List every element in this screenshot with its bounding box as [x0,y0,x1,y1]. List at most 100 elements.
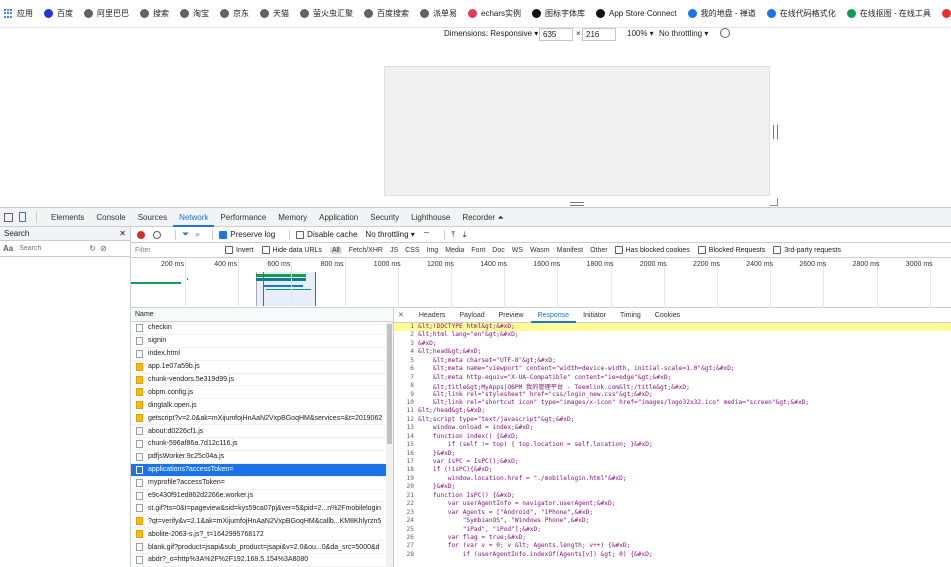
tab-sources[interactable]: Sources [132,208,173,227]
checkbox-icon[interactable] [697,246,706,254]
third-party-checkbox[interactable]: 3rd-party requests [773,246,841,254]
tab-performance[interactable]: Performance [214,208,272,227]
request-row[interactable]: obpm.config.js [131,386,393,400]
request-list-scrollbar[interactable] [386,322,393,567]
clear-icon[interactable]: ⊘ [100,244,107,253]
detail-tab-payload[interactable]: Payload [452,308,491,323]
bookmark-item[interactable]: 淘宝 [180,8,209,19]
match-case-button[interactable]: Aa [3,244,13,253]
refresh-icon[interactable]: ↻ [89,244,96,253]
filter-type-wasm[interactable]: Wasm [530,247,550,254]
detail-tab-timing[interactable]: Timing [613,308,648,323]
search-icon[interactable]: ⌕ [195,229,200,240]
tab-console[interactable]: Console [90,208,131,227]
clear-log-icon[interactable] [153,230,161,239]
bookmark-item[interactable]: 百度搜索 [364,8,409,19]
bookmark-item[interactable]: 图标字体库 [532,8,585,19]
request-row[interactable]: index.html [131,348,393,361]
bookmark-item[interactable]: 阿里巴巴 [84,8,129,19]
filter-type-other[interactable]: Other [590,247,608,254]
tab-lighthouse[interactable]: Lighthouse [405,208,456,227]
height-input[interactable]: 216 [582,28,616,41]
request-row[interactable]: myprofile?accessToken= [131,477,393,490]
checkbox-icon[interactable] [296,230,305,239]
record-icon[interactable] [137,230,145,239]
invert-checkbox[interactable]: Invert [225,246,254,254]
has-blocked-cookies-checkbox[interactable]: Has blocked cookies [614,246,690,254]
filter-type-fetch-xhr[interactable]: Fetch/XHR [349,247,383,254]
tab-memory[interactable]: Memory [272,208,313,227]
hide-data-urls-checkbox[interactable]: Hide data URLs [261,246,322,254]
request-row[interactable]: signin [131,335,393,348]
bookmark-item[interactable]: echars实例 [468,8,521,19]
bookmark-item[interactable]: App Store Connect [596,9,677,18]
search-input[interactable] [19,243,86,254]
import-har-icon[interactable]: ⤒ [451,230,455,240]
request-row[interactable]: e9c430f91ed862d2266e.worker.js [131,490,393,503]
rotate-icon[interactable] [720,28,730,38]
detail-tab-preview[interactable]: Preview [492,308,531,323]
request-row[interactable]: applications?accessToken= [131,463,393,477]
request-row[interactable]: getscript?v=2.0&ak=mXijumfojHnAaN2VxpBGo… [131,412,393,426]
checkbox-checked-icon[interactable] [219,230,228,239]
bookmark-item[interactable]: 京东 [220,8,249,19]
filter-type-ws[interactable]: WS [512,247,523,254]
bookmark-item[interactable]: 在线代码格式化 [766,8,836,19]
checkbox-icon[interactable] [614,246,623,254]
preserve-log-checkbox[interactable]: Preserve log [219,230,275,239]
filter-input[interactable]: Filter [135,247,225,254]
filter-type-doc[interactable]: Doc [492,247,504,254]
bookmark-item[interactable]: 天猫 [260,8,289,19]
request-row[interactable]: about:d0226cf1.js [131,425,393,439]
filter-type-font[interactable]: Font [471,247,485,254]
throttling-select[interactable]: No throttling ▾ [659,29,708,38]
bookmark-item[interactable]: 派单易 [420,8,457,19]
tab-application[interactable]: Application [313,208,364,227]
request-row[interactable]: chunk-vendors.5e319d99.js [131,374,393,387]
filter-type-all[interactable]: All [329,246,342,254]
throttling-dropdown[interactable]: No throttling ▾ [365,230,414,239]
bookmark-item[interactable]: 我的地盘 - 禅道 [687,8,756,19]
response-code-view[interactable]: 1 &lt;!DOCTYPE html&gt;&#xD; 2 &lt;html lan… [394,323,951,567]
request-row[interactable]: blank.gif?product=jsapi&sub_product=jsap… [131,541,393,555]
checkbox-icon[interactable] [225,246,233,254]
request-row[interactable]: abdr?_o=http%3A%2F%2F192.168.5.154%3A808… [131,554,393,567]
request-row[interactable]: checkin [131,322,393,335]
zoom-select[interactable]: 100% ▾ [627,29,654,38]
resize-handle-corner-icon[interactable] [770,198,778,206]
detail-tab-response[interactable]: Response [530,308,577,323]
blocked-requests-checkbox[interactable]: Blocked Requests [697,246,765,254]
device-toggle-icon[interactable] [19,212,26,222]
detail-tab-cookies[interactable]: Cookies [648,308,687,323]
request-row[interactable]: dingtalk.open.js [131,399,393,413]
request-row[interactable]: chunk-596af86a.7d12c116.js [131,438,393,451]
request-row[interactable]: st.gif?ts=0&t=pageview&sid=kys59ca07pj&v… [131,502,393,516]
tab-elements[interactable]: Elements [45,208,90,227]
tab-recorder[interactable]: Recorder ⏶ [456,208,510,227]
request-row[interactable]: pdfjsWorker.9c25c04a.js [131,451,393,464]
filter-type-manifest[interactable]: Manifest [557,247,583,254]
resize-handle-bottom-icon[interactable] [570,202,584,206]
checkbox-icon[interactable] [261,246,270,254]
bookmark-item[interactable]: 百度 [44,8,73,19]
filter-type-media[interactable]: Media [445,247,464,254]
inspect-element-icon[interactable] [4,212,13,222]
bookmark-item[interactable]: 华为app [941,8,951,19]
dimensions-select[interactable]: Dimensions: Responsive ▾ [444,29,538,38]
detail-tab-initiator[interactable]: Initiator [576,308,613,323]
timeline-overview[interactable]: 200 ms 400 ms 600 ms 800 ms 1000 ms 1200 ms 14… [131,258,951,308]
filter-type-js[interactable]: JS [390,247,398,254]
bookmark-item[interactable]: 在线抠图 - 在线工具 [846,8,931,19]
scrollbar-thumb[interactable] [387,324,392,444]
tab-security[interactable]: Security [364,208,405,227]
disable-cache-checkbox[interactable]: Disable cache [296,230,357,239]
bookmark-item[interactable]: 萤火虫汇聚 [300,8,353,19]
export-har-icon[interactable]: ⤓ [463,230,467,240]
close-icon[interactable]: ✕ [119,229,126,238]
close-details-icon[interactable]: ✕ [398,311,404,319]
detail-tab-headers[interactable]: Headers [412,308,452,323]
network-conditions-icon[interactable]: ⌔ [423,230,431,240]
filter-type-css[interactable]: CSS [405,247,419,254]
filter-icon[interactable]: ⏷ [182,229,189,240]
bookmark-item[interactable]: 应用 [4,8,33,19]
